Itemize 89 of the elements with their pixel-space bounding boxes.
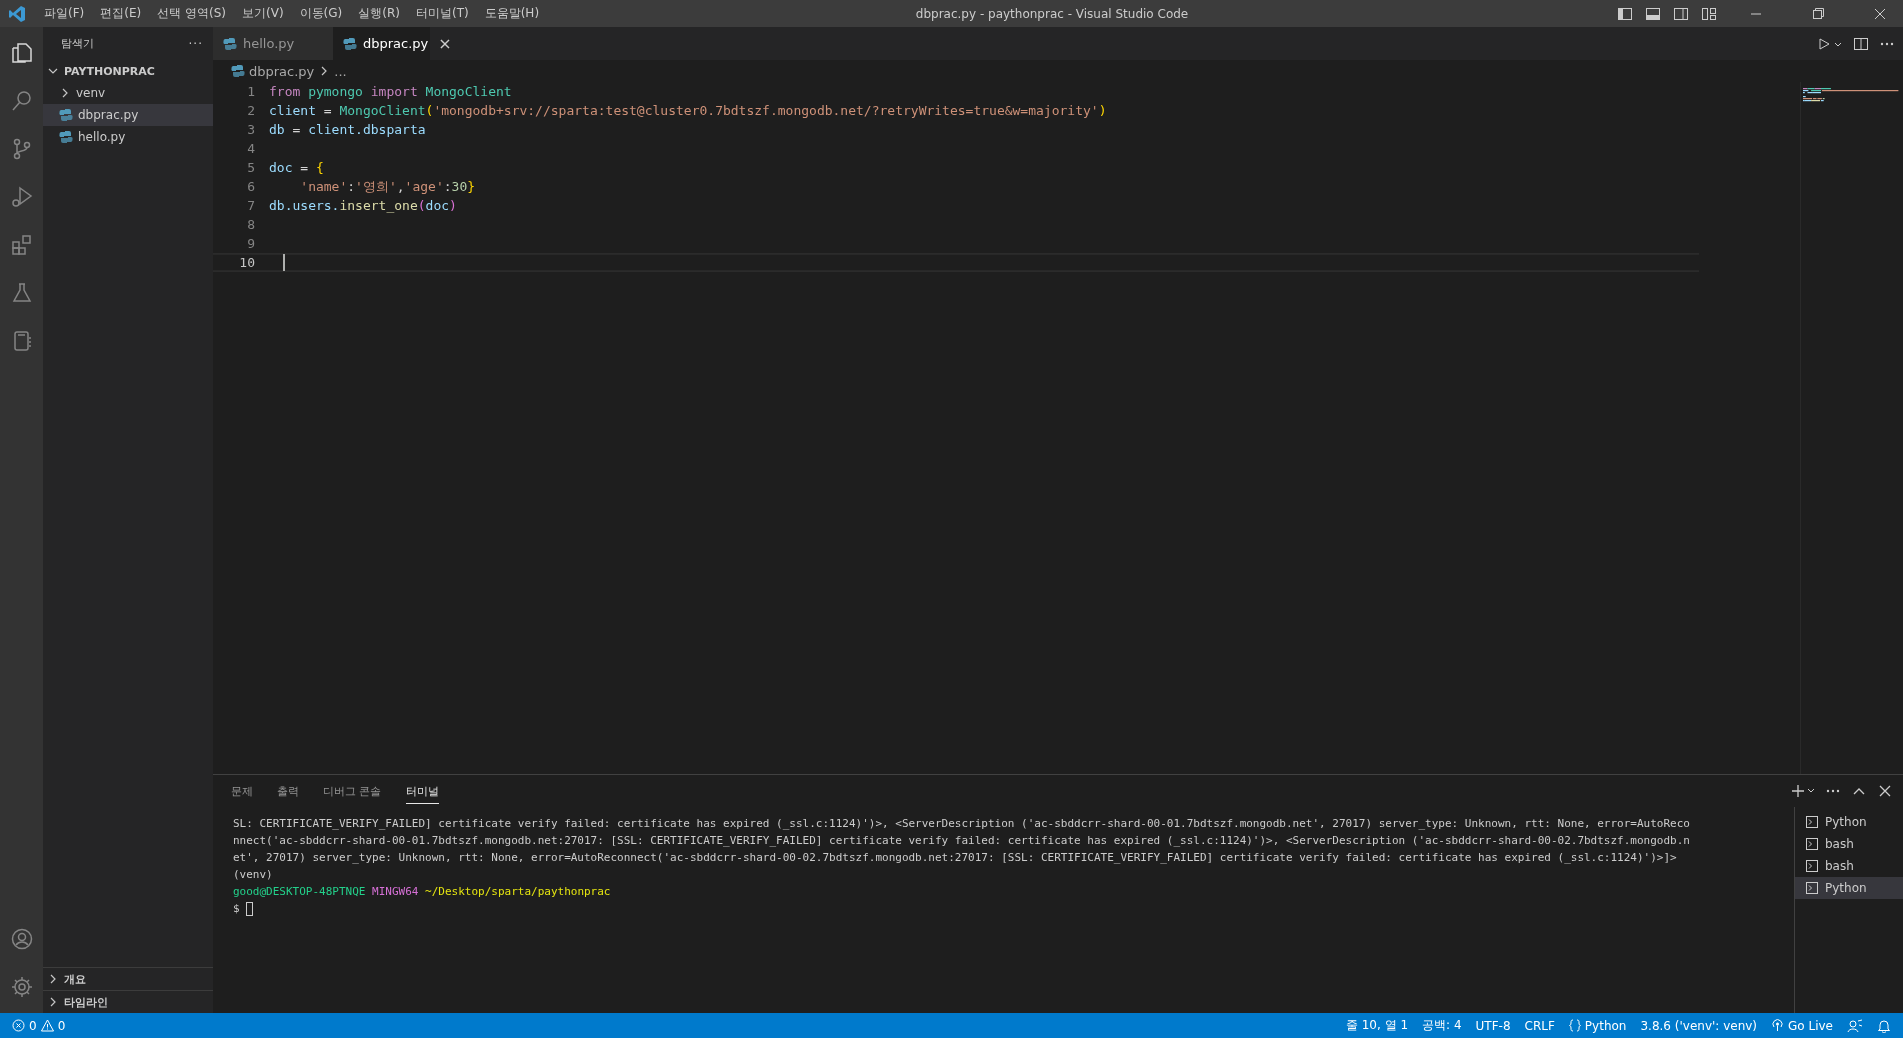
go-live-button[interactable]: Go Live	[1765, 1018, 1839, 1033]
text-cursor	[283, 254, 285, 271]
status-item[interactable]: 공백: 4	[1416, 1017, 1468, 1034]
file-tree-item[interactable]: dbprac.py	[43, 104, 213, 126]
terminal-session[interactable]: bash	[1795, 855, 1903, 877]
python-file-icon	[231, 64, 245, 78]
editor-tab[interactable]: hello.py	[213, 27, 333, 60]
terminal-line: SL: CERTIFICATE_VERIFY_FAILED] certificate verify failed: certificate has expired (_ssl.c:1124)')>, <ServerDescription ('ac-sbddcrr-shard-00-01.7bdtszf.mongodb.net', 27017) server_type: Unknown, rtt: None, error=AutoReco	[233, 816, 1690, 832]
menu-item[interactable]: 실행(R)	[350, 5, 408, 22]
terminal-line: (venv)	[233, 867, 273, 883]
warning-icon	[40, 1019, 54, 1032]
code-line: db = client.dbsparta	[269, 121, 426, 139]
menu-item[interactable]: 터미널(T)	[407, 5, 477, 22]
menu-item[interactable]: 편집(E)	[92, 5, 150, 22]
run-debug-icon[interactable]	[9, 185, 34, 209]
status-item[interactable]: 3.8.6 ('venv': venv)	[1634, 1018, 1764, 1033]
code-line: 'name':'영희','age':30}	[299, 178, 476, 196]
sidebar-title: 탐색기	[61, 36, 94, 51]
line-number: 4	[246, 140, 255, 158]
terminal-icon	[1805, 815, 1819, 829]
status-item[interactable]: UTF-8	[1469, 1018, 1517, 1033]
code-line: db.users.insert_one(doc)	[269, 197, 457, 215]
run-icon[interactable]	[1817, 35, 1843, 52]
line-number: 1	[246, 83, 255, 101]
terminal-line: nnect('ac-sbddcrr-shard-00-01.7bdtszf.mongodb.net:27017: [SSL: CERTIFICATE_VERIFY_FAILED] certificate verify failed: certificate has expired (_ssl.c:1124)')>, <ServerDescription ('ac-sbddcrr-shard-00-02.7bdtszf.mongodb.n	[233, 833, 1690, 849]
layout-icon[interactable]	[1645, 5, 1661, 22]
panel-tab[interactable]: 출력	[277, 779, 299, 803]
problems-status[interactable]: 0 0	[6, 1018, 72, 1033]
panel-tab[interactable]: 디버그 콘솔	[323, 779, 382, 803]
account-icon[interactable]	[9, 927, 34, 951]
menu-item[interactable]: 보기(V)	[234, 5, 292, 22]
line-number: 5	[246, 159, 255, 177]
braces-icon	[1568, 1019, 1581, 1032]
split-editor-icon[interactable]	[1853, 35, 1869, 52]
terminal-icon	[1805, 881, 1819, 895]
code-line: client = MongoClient('mongodb+srv://sparta:test@cluster0.7bdtszf.mongodb.net/?retryWrites=true&w=majority')	[269, 102, 1107, 120]
code-line: doc = {	[269, 159, 324, 177]
menu-item[interactable]: 선택 영역(S)	[149, 5, 234, 22]
line-number: 6	[246, 178, 255, 196]
python-file-icon	[59, 108, 73, 122]
status-item[interactable]: 줄 10, 열 1	[1339, 1017, 1415, 1034]
panel-tab[interactable]: 문제	[231, 779, 253, 803]
close-icon[interactable]	[1877, 783, 1893, 799]
terminal-icon	[1805, 837, 1819, 851]
menu-item[interactable]: 파일(F)	[36, 5, 93, 22]
code-line: from pymongo import MongoClient	[269, 83, 512, 101]
error-icon	[12, 1019, 25, 1032]
breadcrumb-item[interactable]: ...	[334, 63, 347, 79]
python-file-icon	[343, 36, 357, 51]
feedback-icon[interactable]	[1847, 1018, 1863, 1033]
window-title: dbprac.py - paythonprac - Visual Studio Code	[914, 6, 1190, 21]
menu-item[interactable]: 도움말(H)	[476, 5, 548, 22]
menu-item[interactable]: 이동(G)	[291, 5, 351, 22]
layout-icon[interactable]	[1701, 5, 1717, 22]
broadcast-icon	[1771, 1019, 1785, 1032]
terminal-line: $	[233, 900, 254, 917]
line-number: 2	[246, 102, 255, 120]
layout-icon[interactable]	[1617, 5, 1633, 22]
file-tree-item[interactable]: hello.py	[43, 126, 213, 148]
line-number: 7	[246, 197, 255, 215]
settings-icon[interactable]	[9, 975, 34, 999]
terminal-prompt: good@DESKTOP-48PTNQE MINGW64 ~/Desktop/sparta/paythonprac	[233, 884, 611, 900]
search-icon[interactable]	[9, 89, 34, 113]
panel-tab[interactable]: 터미널	[405, 778, 439, 804]
status-item[interactable]: CRLF	[1518, 1018, 1561, 1033]
section-header[interactable]: 개요	[43, 967, 213, 990]
app-logo-icon	[8, 4, 26, 23]
line-number: 8	[246, 216, 255, 234]
line-number: 9	[246, 235, 255, 253]
breadcrumb-item[interactable]: dbprac.py	[249, 63, 315, 79]
terminal-icon	[1805, 859, 1819, 873]
files-icon[interactable]	[9, 41, 34, 65]
python-file-icon	[59, 130, 73, 144]
line-number: 10	[238, 254, 255, 272]
add-icon[interactable]	[1791, 783, 1815, 799]
terminal-session[interactable]: Python	[1795, 811, 1903, 833]
folder-header[interactable]: PAYTHONPRAC	[43, 60, 213, 82]
python-file-icon	[223, 36, 237, 51]
terminal-session[interactable]: Python	[1795, 877, 1903, 899]
layout-icon[interactable]	[1673, 5, 1689, 22]
language-status[interactable]: Python	[1562, 1018, 1633, 1033]
terminal-session[interactable]: bash	[1795, 833, 1903, 855]
file-tree-item[interactable]: venv	[43, 82, 213, 104]
terminal-line: et', 27017) server_type: Unknown, rtt: None, error=AutoReconnect('ac-sbddcrr-shard-00-02.7bdtszf.mongodb.net:27017: [SSL: CERTIFICATE_VERIFY_FAILED] certificate verify failed: certificate has expired (_ssl.c:1124)')>]>	[233, 850, 1677, 866]
close-tab-button[interactable]: ×	[438, 34, 452, 53]
extensions-icon[interactable]	[9, 233, 34, 257]
more-button[interactable]: ···	[188, 36, 203, 51]
line-number: 3	[246, 121, 255, 139]
notification-icon[interactable]	[1877, 1018, 1891, 1033]
